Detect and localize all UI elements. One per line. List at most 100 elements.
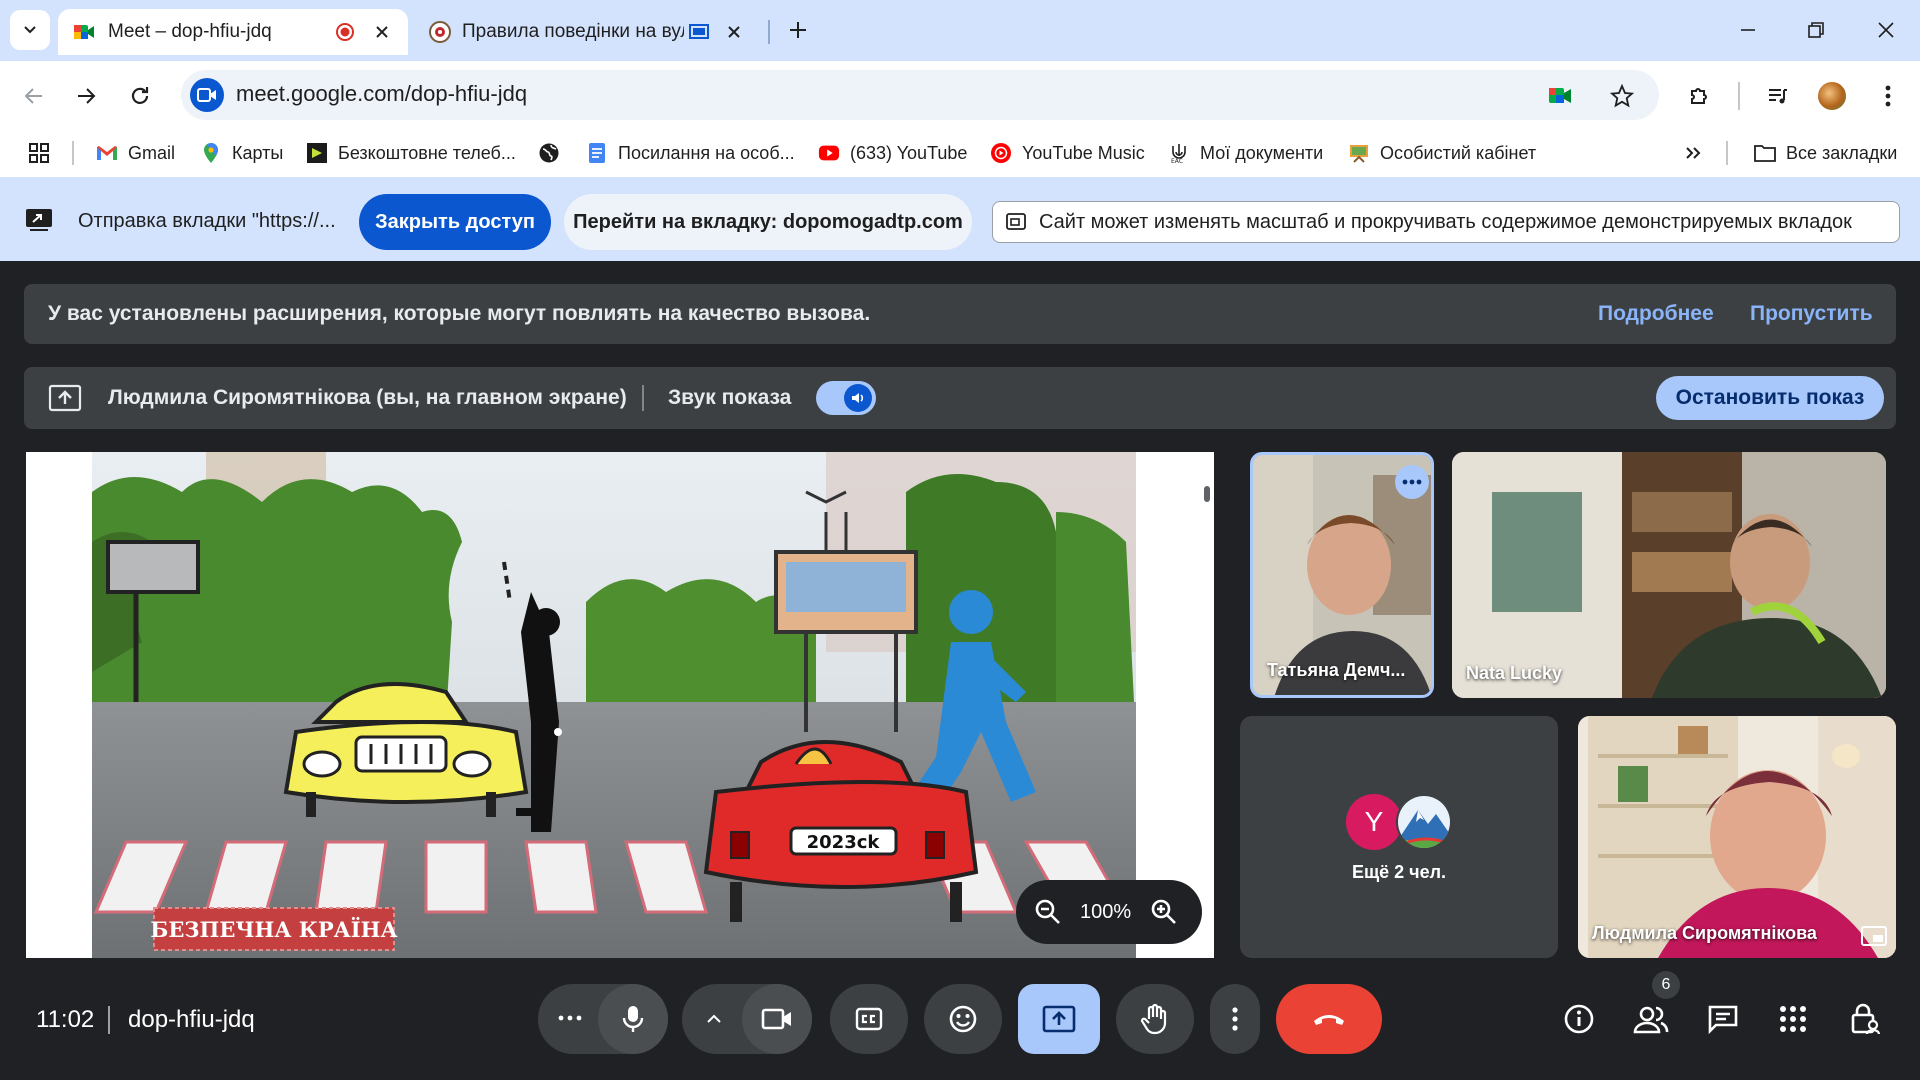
media-controls-button[interactable] <box>1758 76 1798 116</box>
more-participants-tile[interactable]: Y Ещё 2 чел. <box>1240 716 1558 958</box>
share-audio-toggle[interactable] <box>816 381 876 415</box>
puzzle-icon <box>1691 88 1707 104</box>
all-bookmarks-button[interactable]: Все закладки <box>1754 137 1897 169</box>
bookmark-personal-cabinet[interactable]: Особистий кабінет <box>1348 137 1536 169</box>
participant-video <box>1578 716 1896 958</box>
more-participants-label: Ещё 2 чел. <box>1351 862 1447 882</box>
bookmark-my-documents[interactable]: EAC Мої документи <box>1168 137 1323 169</box>
participant-tile[interactable]: Nata Lucky <box>1452 452 1886 698</box>
video-settings-button[interactable] <box>706 1014 722 1024</box>
tab-rules[interactable]: Правила поведінки на вул <box>420 9 760 55</box>
chevron-up-icon <box>707 1014 721 1023</box>
stage-scrollbar[interactable] <box>1204 486 1210 502</box>
maps-pin-icon <box>200 142 222 164</box>
meeting-details-button[interactable] <box>1556 996 1602 1042</box>
captions-button[interactable] <box>830 984 908 1054</box>
extensions-button[interactable] <box>1680 76 1720 116</box>
tab-title: Meet – dop-hfiu-jdq <box>108 21 272 42</box>
cabinet-icon <box>1348 142 1370 164</box>
bookmark-label: Безкоштовне телеб... <box>338 142 516 163</box>
apps-button[interactable] <box>22 137 56 169</box>
host-controls-button[interactable] <box>1842 996 1888 1042</box>
present-screen-icon <box>1042 1005 1076 1033</box>
bookmark-maps[interactable]: Карты <box>200 137 283 169</box>
camera-toggle-button[interactable] <box>742 984 812 1054</box>
warning-skip-link[interactable]: Пропустить <box>1750 302 1873 326</box>
participant-tile-self[interactable]: Людмила Сиромятнікова <box>1578 716 1896 958</box>
people-count-badge: 6 <box>1652 971 1680 999</box>
bookmark-label: Gmail <box>128 142 176 163</box>
participant-avatar: Y <box>1346 794 1402 850</box>
chrome-menu-button[interactable] <box>1868 76 1908 116</box>
microphone-control <box>538 984 668 1054</box>
arrow-forward-icon <box>78 88 96 104</box>
video-camera-icon <box>197 88 216 102</box>
info-icon <box>1564 1004 1594 1034</box>
star-icon <box>1610 84 1634 108</box>
tv-icon <box>306 142 328 164</box>
site-permission-text: Сайт может изменять масштаб и прокручива… <box>1039 210 1852 233</box>
close-icon <box>1878 22 1894 38</box>
close-window-button[interactable] <box>1866 10 1906 50</box>
reactions-button[interactable] <box>924 984 1002 1054</box>
presenter-name: Людмила Сиромятнікова (вы, на главном эк… <box>108 386 627 409</box>
caption-text: БЕЗПЕЧНА КРАЇНА <box>150 917 397 942</box>
participant-tile[interactable]: Татьяна Демч... <box>1250 452 1434 698</box>
site-info-button[interactable] <box>190 78 224 112</box>
double-chevron-icon <box>1686 147 1701 159</box>
minimize-button[interactable] <box>1728 10 1768 50</box>
close-tab-icon[interactable] <box>372 22 392 42</box>
activities-button[interactable] <box>1770 996 1816 1042</box>
more-options-button[interactable] <box>1210 984 1260 1054</box>
mic-toggle-button[interactable] <box>598 984 668 1054</box>
bookmark-gmail[interactable]: Gmail <box>96 137 175 169</box>
tab-capture-icon <box>1005 211 1029 233</box>
bookmark-globe[interactable] <box>538 137 570 169</box>
people-button[interactable] <box>1628 996 1674 1042</box>
zoom-in-icon[interactable] <box>1150 898 1178 926</box>
more-vert-icon <box>1885 85 1891 107</box>
bookmark-personal-links[interactable]: Посилання на особ... <box>586 137 795 169</box>
tab-meet[interactable]: Meet – dop-hfiu-jdq <box>58 9 408 55</box>
close-tab-icon[interactable] <box>724 22 744 42</box>
bookmark-free-tv[interactable]: Безкоштовне телеб... <box>306 137 516 169</box>
bookmark-star-button[interactable] <box>1602 76 1642 116</box>
stop-presenting-button[interactable]: Остановить показ <box>1656 376 1884 420</box>
present-separator <box>642 385 644 411</box>
meeting-code: dop-hfiu-jdq <box>128 1006 255 1033</box>
bookmark-youtube-music[interactable]: YouTube Music <box>990 137 1145 169</box>
tab-search-button[interactable] <box>10 10 50 50</box>
present-screen-icon <box>48 384 82 412</box>
site-favicon-icon <box>428 20 452 44</box>
trident-icon: EAC <box>1168 142 1190 164</box>
go-to-tab-button[interactable]: Перейти на вкладку: dopomogadtp.com <box>564 194 972 250</box>
apps-grid-icon <box>29 143 49 163</box>
present-now-button[interactable] <box>1018 984 1100 1054</box>
zoom-out-icon[interactable] <box>1034 898 1062 926</box>
bookmark-youtube[interactable]: (633) YouTube <box>818 137 967 169</box>
participant-name: Nata Lucky <box>1466 663 1563 683</box>
svg-text:EAC: EAC <box>1171 158 1183 164</box>
site-permission-notice[interactable]: Сайт может изменять масштаб и прокручива… <box>992 201 1900 243</box>
warning-more-link[interactable]: Подробнее <box>1598 302 1714 326</box>
chat-button[interactable] <box>1700 996 1746 1042</box>
bookmark-label: Посилання на особ... <box>618 142 795 163</box>
meet-extension-button[interactable] <box>1540 76 1580 116</box>
zoom-level: 100% <box>1080 900 1132 923</box>
forward-button[interactable] <box>66 76 106 116</box>
profile-avatar[interactable] <box>1816 80 1848 112</box>
picture-in-picture-icon[interactable] <box>1860 924 1888 948</box>
back-button[interactable] <box>14 76 54 116</box>
restore-button[interactable] <box>1796 10 1836 50</box>
chat-icon <box>1708 1005 1738 1034</box>
reload-button[interactable] <box>120 76 160 116</box>
more-bookmarks-button[interactable] <box>1676 137 1710 169</box>
more-vert-icon <box>1232 1007 1238 1031</box>
leave-call-button[interactable] <box>1276 984 1382 1054</box>
audio-settings-button[interactable] <box>558 1015 582 1023</box>
raise-hand-button[interactable] <box>1116 984 1194 1054</box>
volume-icon <box>844 384 872 412</box>
stop-sharing-button[interactable]: Закрыть доступ <box>359 194 551 250</box>
participant-options-button[interactable] <box>1395 465 1429 499</box>
new-tab-button[interactable] <box>780 12 816 48</box>
